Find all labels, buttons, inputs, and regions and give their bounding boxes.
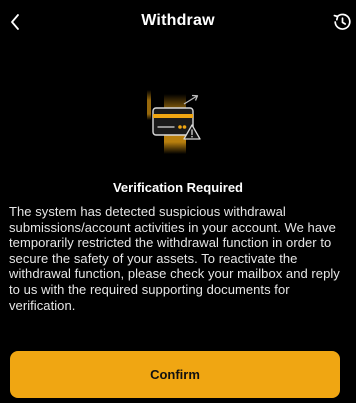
history-button[interactable] xyxy=(330,10,354,34)
top-bar: Withdraw xyxy=(0,0,356,44)
verification-message: The system has detected suspicious withd… xyxy=(9,204,340,313)
confirm-button[interactable]: Confirm xyxy=(10,351,340,398)
card-warning-icon xyxy=(147,90,201,154)
verification-heading: Verification Required xyxy=(112,180,244,195)
history-clock-icon xyxy=(333,13,351,30)
card-warning-illustration xyxy=(140,84,210,156)
page-title: Withdraw xyxy=(141,12,215,29)
